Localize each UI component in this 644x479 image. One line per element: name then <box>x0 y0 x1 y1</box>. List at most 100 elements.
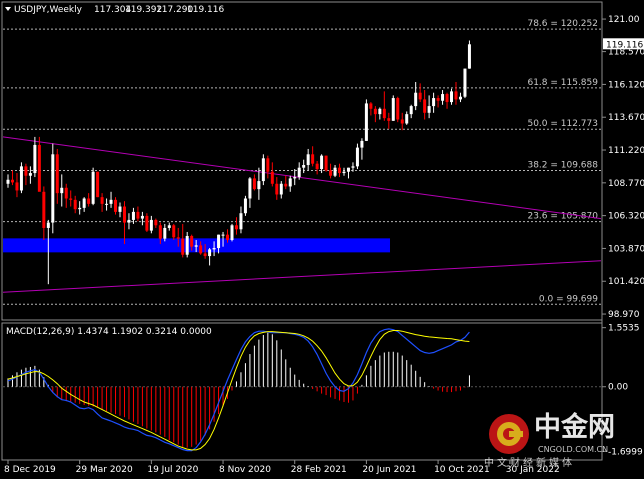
candle-17 <box>82 197 86 212</box>
dropdown-arrow-icon[interactable] <box>5 7 11 11</box>
date-tick-label-0: 8 Dec 2019 <box>4 465 56 475</box>
candle-body-59 <box>270 171 274 184</box>
usdjpy-weekly-chart: 78.6 = 120.252 61.8 = 115.859 50.0 = 112.7… <box>1 1 644 475</box>
candle-6 <box>33 136 37 178</box>
candle-body-16 <box>78 207 82 210</box>
candle-21 <box>100 193 104 212</box>
candle-body-82 <box>373 108 377 115</box>
price-tick-label-7: 103.870 <box>608 244 644 254</box>
price-tick-label-4: 111.220 <box>608 146 644 156</box>
watermark-tagline: 中文财经新媒体 <box>484 456 575 469</box>
candle-body-77 <box>351 166 355 168</box>
candle-body-40 <box>185 235 189 255</box>
candle-body-8 <box>42 191 46 228</box>
candle-body-0 <box>6 179 10 184</box>
date-tick-label-1: 29 Mar 2020 <box>76 465 133 475</box>
macd-tick-label-1: 0.00 <box>608 383 628 393</box>
candle-50 <box>230 223 234 242</box>
price-axis: 121.00118.570116.120113.670111.220108.77… <box>602 15 644 320</box>
candle-body-13 <box>64 187 68 199</box>
candle-body-47 <box>217 234 221 249</box>
candle-body-79 <box>360 140 364 148</box>
candle-84 <box>382 91 386 121</box>
candle-body-49 <box>226 234 230 240</box>
candle-body-46 <box>212 248 216 250</box>
candle-body-60 <box>275 183 279 195</box>
candle-body-58 <box>266 158 270 172</box>
candle-body-75 <box>342 171 346 174</box>
candle-body-7 <box>37 144 41 192</box>
candle-59 <box>270 162 274 187</box>
candle-56 <box>257 167 261 200</box>
candle-body-68 <box>311 154 315 164</box>
candle-body-42 <box>194 245 198 247</box>
candle-5 <box>28 166 32 184</box>
candle-8 <box>42 186 46 240</box>
macd-histogram <box>7 332 470 448</box>
candle-31 <box>145 213 149 232</box>
candle-61 <box>279 181 283 199</box>
candle-body-61 <box>279 183 283 195</box>
candle-69 <box>315 161 319 175</box>
candle-body-103 <box>467 44 471 69</box>
candle-90 <box>409 104 413 119</box>
date-axis: 8 Dec 2019 29 Mar 2020 19 Jul 2020 8 Nov 20… <box>4 460 560 475</box>
candle-73 <box>333 165 337 178</box>
candle-85 <box>387 112 391 129</box>
candle-body-65 <box>297 167 301 178</box>
candle-40 <box>185 231 189 258</box>
candle-58 <box>266 155 270 179</box>
candle-57 <box>261 154 265 186</box>
candle-body-25 <box>118 206 122 212</box>
candle-39 <box>181 223 185 258</box>
candle-103 <box>467 40 471 69</box>
price-panel-frame <box>1 1 603 321</box>
candle-body-54 <box>248 178 252 199</box>
candle-78 <box>355 143 359 170</box>
fib-label-5: 0.0 = 99.699 <box>539 294 598 304</box>
ohlc-close: 119.116 <box>187 5 224 15</box>
candle-93 <box>423 90 427 120</box>
candle-body-19 <box>91 171 95 204</box>
candle-body-45 <box>208 249 212 257</box>
candle-body-20 <box>96 171 100 198</box>
candle-body-84 <box>382 108 386 119</box>
candle-body-67 <box>306 154 310 166</box>
candle-body-71 <box>324 155 328 171</box>
candle-98 <box>445 92 449 109</box>
candle-body-48 <box>221 234 225 236</box>
price-title: USDJPY,Weekly 117.304 119.392 117.290 11… <box>5 5 224 15</box>
candle-25 <box>118 202 122 218</box>
price-tick-label-2: 116.120 <box>608 80 644 90</box>
candle-3 <box>19 162 23 194</box>
candle-body-76 <box>346 167 350 172</box>
candle-body-81 <box>369 103 373 109</box>
candle-body-18 <box>87 198 91 204</box>
fib-label-3: 38.2 = 109.688 <box>527 161 598 171</box>
candle-body-89 <box>405 114 409 124</box>
candle-91 <box>414 82 418 111</box>
candle-80 <box>364 99 368 141</box>
candle-body-5 <box>28 173 32 176</box>
candle-body-9 <box>46 222 50 228</box>
candle-body-32 <box>149 219 153 231</box>
price-tick-label-6: 106.320 <box>608 212 644 222</box>
price-tick-label-5: 108.770 <box>608 179 644 189</box>
candle-body-70 <box>320 155 324 170</box>
candle-30 <box>140 211 144 226</box>
candle-66 <box>302 159 306 174</box>
candle-body-101 <box>458 96 462 100</box>
candle-body-2 <box>15 182 19 191</box>
candle-60 <box>275 177 279 200</box>
date-tick-label-4: 28 Feb 2021 <box>291 465 347 475</box>
candle-body-11 <box>55 154 59 194</box>
candle-body-26 <box>122 206 126 223</box>
trendlines <box>2 136 602 293</box>
candle-body-27 <box>127 219 131 223</box>
macd-lines <box>7 328 470 452</box>
candle-67 <box>306 148 310 171</box>
candle-71 <box>324 155 328 172</box>
candle-4 <box>24 163 28 186</box>
date-tick-label-2: 19 Jul 2020 <box>147 465 198 475</box>
candle-45 <box>208 248 212 266</box>
